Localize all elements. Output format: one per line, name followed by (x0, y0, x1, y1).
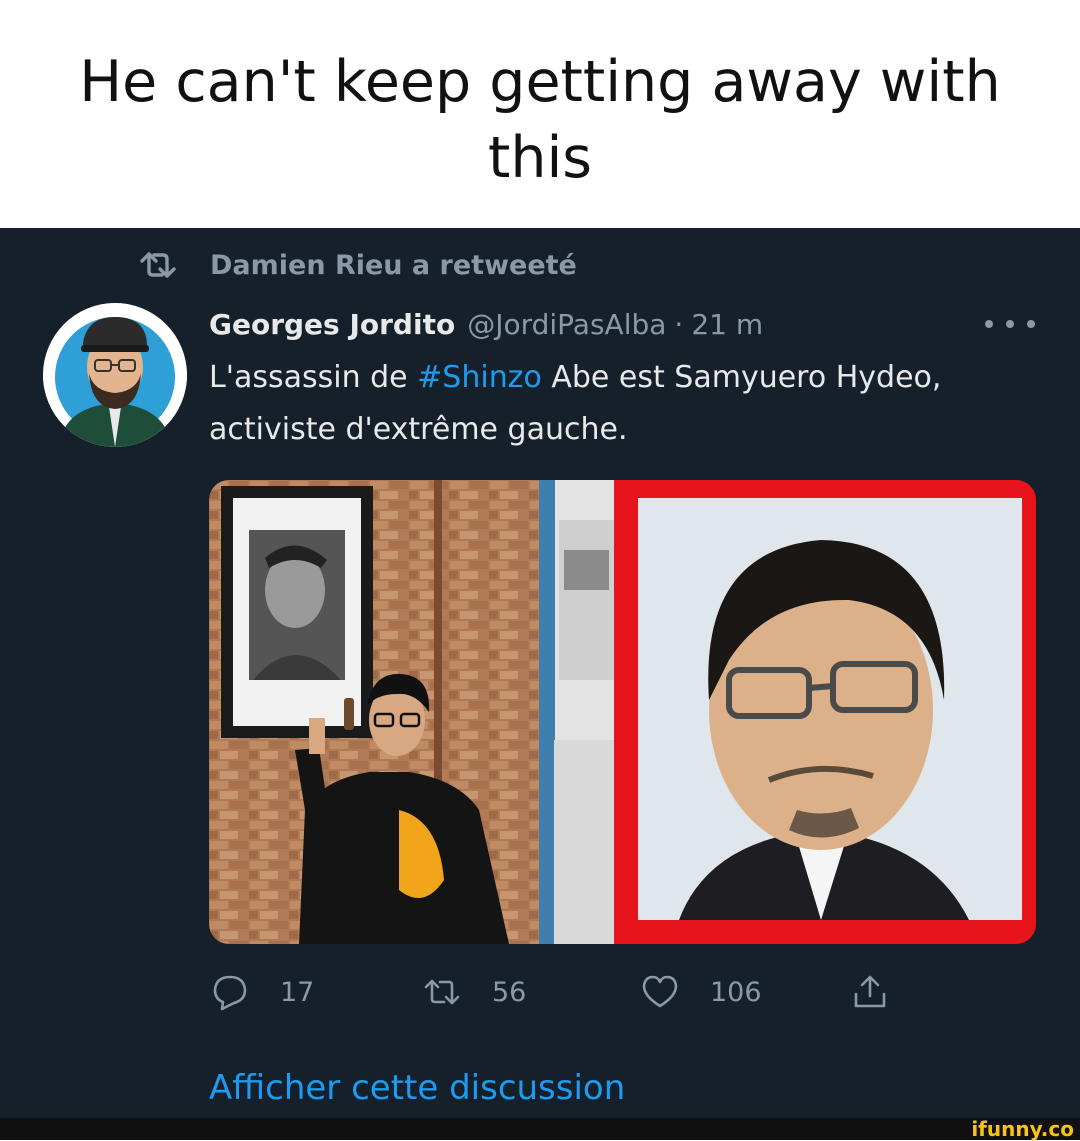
retweet-count: 56 (492, 976, 527, 1008)
show-thread-link[interactable]: Afficher cette discussion (209, 1068, 625, 1108)
avatar[interactable] (43, 303, 187, 447)
more-dot (985, 320, 993, 328)
media-illustration (209, 480, 1036, 944)
retweet-action[interactable]: 56 (422, 972, 526, 1012)
ifunny-watermark: ifunny.co (971, 1117, 1074, 1141)
like-count: 106 (710, 976, 762, 1008)
tweet-header: Georges Jordito @JordiPasAlba · 21 m (209, 304, 763, 344)
like-action[interactable]: 106 (640, 972, 762, 1012)
reply-icon (213, 975, 247, 1011)
author-handle[interactable]: @JordiPasAlba (467, 308, 666, 341)
photo-right (614, 480, 1036, 944)
retweet-icon (424, 979, 460, 1005)
header-separator: · (674, 307, 684, 341)
watermark-bar (0, 1118, 1080, 1140)
more-dot (1006, 320, 1014, 328)
tweet-actions: 17 56 106 (210, 972, 910, 1012)
more-dot (1027, 320, 1035, 328)
share-icon (854, 975, 886, 1008)
meme-caption: He can't keep getting away with this (0, 0, 1080, 228)
heart-icon (642, 975, 678, 1008)
tweet-media[interactable] (209, 480, 1036, 944)
caption-text: He can't keep getting away with this (40, 44, 1040, 196)
tweet-card[interactable]: Damien Rieu a retweeté Georges Jordito @… (0, 228, 1080, 1140)
retweet-indicator: Damien Rieu a retweeté (138, 248, 577, 282)
author-name[interactable]: Georges Jordito (209, 308, 455, 341)
reply-action[interactable]: 17 (210, 972, 314, 1012)
retweet-indicator-icon (140, 252, 176, 278)
avatar-illustration (43, 303, 187, 447)
share-action[interactable] (850, 972, 890, 1012)
tweet-time[interactable]: 21 m (691, 308, 763, 341)
hashtag-link[interactable]: #Shinzo (417, 360, 542, 395)
tweet-text-start: L'assassin de (209, 360, 418, 395)
photo-left (209, 480, 614, 944)
tweet-text: L'assassin de #Shinzo Abe est Samyuero H… (209, 352, 1029, 456)
retweeted-by-label[interactable]: Damien Rieu a retweeté (210, 250, 577, 281)
more-options-icon[interactable] (985, 316, 1035, 332)
caption-line-2: this (487, 125, 592, 191)
caption-line-1: He can't keep getting away with (79, 49, 1001, 115)
reply-count: 17 (280, 976, 315, 1008)
